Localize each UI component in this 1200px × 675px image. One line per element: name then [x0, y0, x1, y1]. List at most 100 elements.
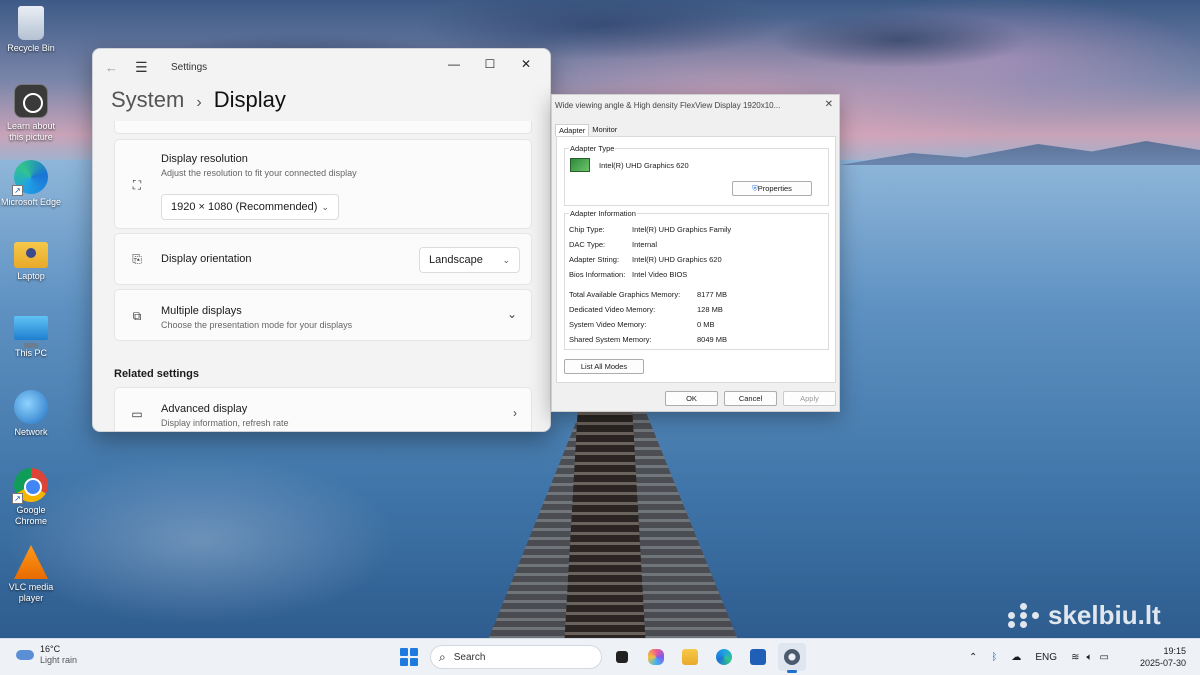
language-indicator[interactable]: ENG [1035, 652, 1057, 663]
settings-taskbar-icon[interactable] [778, 643, 806, 673]
weather-temp: 16°C [40, 644, 61, 654]
adapter-information-group: Adapter Information Chip Type: Intel(R) U… [564, 209, 829, 350]
edge-taskbar-icon[interactable] [710, 643, 738, 671]
close-button[interactable]: ✕ [508, 53, 544, 75]
properties-button[interactable]: ⛨Properties [732, 181, 812, 196]
task-view-icon[interactable] [608, 643, 636, 671]
cloud-sync-icon[interactable]: ☁ [1011, 652, 1021, 663]
info-row: DAC Type: Internal [569, 240, 658, 249]
memory-row: System Video Memory: 0 MB [569, 320, 715, 329]
maximize-button[interactable]: ☐ [472, 53, 508, 75]
desktop-icon-laptop[interactable]: Laptop [0, 236, 62, 282]
desktop-icon-learn-picture[interactable]: Learn about this picture [0, 84, 62, 143]
search-placeholder: Search [453, 651, 486, 663]
system-tray: ⌃ ᛒ ☁ ENG ≋ 🔈︎ ▭ [962, 639, 1116, 675]
chevron-up-icon[interactable]: ⌃ [969, 652, 977, 663]
chevron-right-icon: › [196, 94, 202, 111]
close-icon[interactable]: ✕ [825, 99, 833, 110]
chevron-down-icon: ⌄ [321, 202, 329, 212]
info-row: Adapter String: Intel(R) UHD Graphics 620 [569, 255, 722, 264]
chevron-down-icon[interactable]: ⌄ [507, 307, 517, 321]
taskbar-clock[interactable]: 19:15 2025-07-30 [1140, 645, 1186, 669]
folder-icon [14, 242, 48, 268]
related-settings-heading: Related settings [114, 368, 199, 380]
desktop-icon-chrome[interactable]: ↗ Google Chrome [0, 468, 62, 527]
orientation-dropdown[interactable]: Landscape ⌄ [419, 247, 520, 273]
graphics-card-icon [570, 158, 590, 172]
adapter-name: Intel(R) UHD Graphics 620 [599, 161, 689, 170]
advanced-display-card[interactable]: ▭ Advanced display Display information, … [114, 387, 532, 431]
skelbiu-watermark: skelbiu.lt [1008, 600, 1161, 631]
laptop-icon: ▭ [131, 407, 143, 421]
cloud-rain-icon [14, 647, 36, 663]
desktop-icon-label: VLC media player [8, 582, 54, 603]
copilot-icon[interactable] [642, 643, 670, 671]
info-row: Chip Type: Intel(R) UHD Graphics Family [569, 225, 732, 234]
memory-row: Shared System Memory: 8049 MB [569, 335, 728, 344]
clock-date: 2025-07-30 [1139, 658, 1186, 668]
desktop-icon-this-pc[interactable]: This PC [0, 316, 62, 359]
resolution-icon: ⛶ [132, 178, 142, 192]
adapter-properties-dialog: Wide viewing angle & High density FlexVi… [551, 94, 840, 412]
settings-window: ← ☰ Settings — ☐ ✕ System › Display ⛶ Di… [92, 48, 551, 432]
resolution-subtitle: Adjust the resolution to fit your connec… [161, 168, 357, 178]
file-explorer-icon[interactable] [676, 643, 704, 671]
breadcrumb: System › Display [111, 87, 286, 113]
wallpaper-mist [0, 420, 500, 640]
minimize-button[interactable]: — [436, 53, 472, 75]
desktop-icon-network[interactable]: Network [0, 390, 62, 438]
resolution-dropdown-value: 1920 × 1080 (Recommended) [171, 201, 318, 213]
desktop-icon-label: Google Chrome [14, 505, 47, 526]
list-all-modes-button[interactable]: List All Modes [564, 359, 644, 374]
advanced-display-title: Advanced display [161, 403, 248, 415]
chevron-right-icon: › [513, 406, 517, 420]
desktop-icon-label: Network [14, 427, 48, 437]
desktop-icon-label: Learn about this picture [6, 121, 56, 142]
shortcut-arrow-icon: ↗ [12, 493, 23, 504]
chrome-icon: ↗ [12, 468, 48, 504]
vlc-icon [14, 545, 48, 579]
learn-picture-icon [14, 84, 48, 118]
adapter-tab-panel: Adapter Type Intel(R) UHD Graphics 620 ⛨… [556, 136, 836, 383]
volume-icon[interactable]: 🔈︎ [1086, 652, 1092, 663]
search-icon: ⌕ [439, 649, 446, 664]
desktop-icon-vlc[interactable]: VLC media player [0, 545, 62, 604]
settings-titlebar[interactable]: ← ☰ Settings — ☐ ✕ [93, 49, 550, 85]
adapter-info-legend: Adapter Information [569, 209, 637, 218]
tab-monitor[interactable]: Monitor [589, 124, 620, 136]
monitor-icon [14, 316, 48, 348]
tab-adapter[interactable]: Adapter [555, 124, 590, 136]
battery-icon[interactable]: ▭ [1099, 652, 1108, 663]
display-orientation-card: ⎘ Display orientation Landscape ⌄ [114, 233, 532, 285]
taskbar-search-box[interactable]: ⌕ Search [430, 645, 602, 669]
previous-setting-card[interactable] [114, 121, 532, 134]
desktop-icon-label: Recycle Bin [7, 43, 55, 53]
watermark-dots-logo [1008, 602, 1040, 629]
desktop-icon-recycle-bin[interactable]: Recycle Bin [0, 6, 62, 54]
apply-button[interactable]: Apply [783, 391, 836, 406]
multiple-displays-card[interactable]: ⧉ Multiple displays Choose the presentat… [114, 289, 532, 341]
adapter-type-legend: Adapter Type [569, 144, 616, 153]
windows-start-icon[interactable] [398, 646, 420, 668]
hamburger-menu-icon[interactable]: ☰ [135, 59, 155, 76]
wifi-icon[interactable]: ≋ [1071, 652, 1079, 663]
resolution-dropdown[interactable]: 1920 × 1080 (Recommended) ⌄ [161, 194, 339, 220]
watermark-text: skelbiu.lt [1048, 600, 1161, 630]
ok-button[interactable]: OK [665, 391, 718, 406]
dialog-title: Wide viewing angle & High density FlexVi… [555, 101, 781, 110]
display-resolution-card: ⛶ Display resolution Adjust the resoluti… [114, 139, 532, 229]
resolution-title: Display resolution [161, 153, 248, 165]
cancel-button[interactable]: Cancel [724, 391, 777, 406]
desktop-icon-edge[interactable]: ↗ Microsoft Edge [0, 160, 62, 208]
microsoft-store-icon[interactable] [744, 643, 772, 671]
orientation-title: Display orientation [161, 253, 252, 265]
multiple-displays-title: Multiple displays [161, 305, 242, 317]
memory-row: Dedicated Video Memory: 128 MB [569, 305, 723, 314]
weather-widget[interactable]: 16°C Light rain [14, 644, 77, 666]
taskbar: 16°C Light rain ⌕ Search ⌃ ᛒ ☁ ENG ≋ 🔈︎ … [0, 638, 1200, 675]
breadcrumb-system[interactable]: System [111, 87, 184, 113]
bluetooth-icon[interactable]: ᛒ [991, 652, 997, 663]
adapter-type-group: Adapter Type Intel(R) UHD Graphics 620 ⛨… [564, 144, 829, 206]
back-arrow-icon[interactable]: ← [105, 60, 125, 75]
info-row: Bios Information: Intel Video BIOS [569, 270, 688, 279]
